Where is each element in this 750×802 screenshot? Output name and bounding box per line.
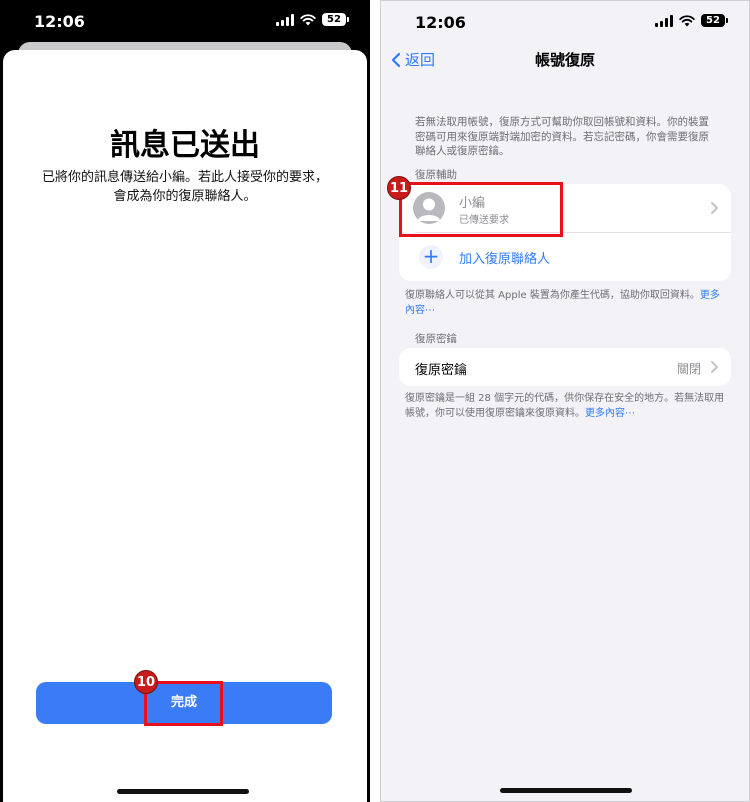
step-badge: 11 (387, 176, 411, 200)
status-icons: 52 (276, 13, 349, 26)
battery-icon: 52 (322, 13, 349, 26)
status-time: 12:06 (34, 12, 85, 31)
annotation-box-contact (399, 182, 563, 237)
recovery-key-row[interactable]: 復原密鑰 關閉 (399, 348, 731, 386)
battery-icon: 52 (701, 14, 728, 27)
status-icons: 52 (655, 14, 728, 27)
intro-text: 若無法取用帳號，復原方式可幫助你取回帳號和資料。你的裝置密碼可用來復原端對端加密… (415, 116, 709, 157)
key-more-link[interactable]: 更多內容⋯ (585, 408, 635, 419)
signal-icon (655, 14, 673, 27)
add-recovery-contact-row[interactable]: + 加入復原聯絡人 (399, 233, 731, 281)
home-indicator (117, 789, 249, 794)
key-footer: 復原密鑰是一組 28 個字元的代碼，供你保存在安全的地方。若無法取用帳號，你可以… (405, 392, 725, 421)
assist-footer: 復原聯絡人可以從其 Apple 裝置為你產生代碼，協助你取回資料。更多內容⋯ (405, 289, 725, 318)
section-header-key: 復原密鑰 (415, 333, 457, 345)
add-contact-label: 加入復原聯絡人 (459, 252, 551, 267)
plus-icon: + (419, 245, 443, 269)
page-description: 已將你的訊息傳送給小編。若此人接受你的要求，會成為你的復原聯絡人。 (41, 170, 328, 204)
chevron-right-icon (711, 361, 718, 373)
chevron-right-icon (711, 202, 718, 214)
recovery-key-group: 復原密鑰 關閉 (399, 348, 731, 386)
step-badge: 10 (134, 670, 158, 694)
wifi-icon (300, 13, 316, 25)
key-footer-text: 復原密鑰是一組 28 個字元的代碼，供你保存在安全的地方。若無法取用帳號，你可以… (405, 393, 725, 419)
left-phone-screen: 12:06 52 訊息已送出 已將你的訊息傳送給小編。若此人接受你的要求，會成為… (0, 0, 370, 802)
status-time: 12:06 (415, 13, 466, 32)
home-indicator (500, 788, 632, 793)
assist-footer-text: 復原聯絡人可以從其 Apple 裝置為你產生代碼，協助你取回資料。 (405, 290, 700, 301)
signal-icon (276, 13, 294, 26)
right-phone-screen: 12:06 52 返回 帳號復原 若無法取用帳號，復原方式可幫助你取回帳號和資料… (380, 0, 750, 802)
recovery-key-value: 關閉 (676, 362, 701, 376)
nav-title: 帳號復原 (534, 51, 595, 69)
wifi-icon (679, 14, 695, 26)
status-bar: 12:06 52 (0, 0, 370, 44)
navigation-bar: 返回 帳號復原 (381, 45, 749, 77)
page-title: 訊息已送出 (110, 128, 260, 163)
section-header-assist: 復原輔助 (415, 169, 457, 181)
status-bar: 12:06 52 (381, 1, 749, 45)
recovery-key-label: 復原密鑰 (415, 363, 468, 378)
